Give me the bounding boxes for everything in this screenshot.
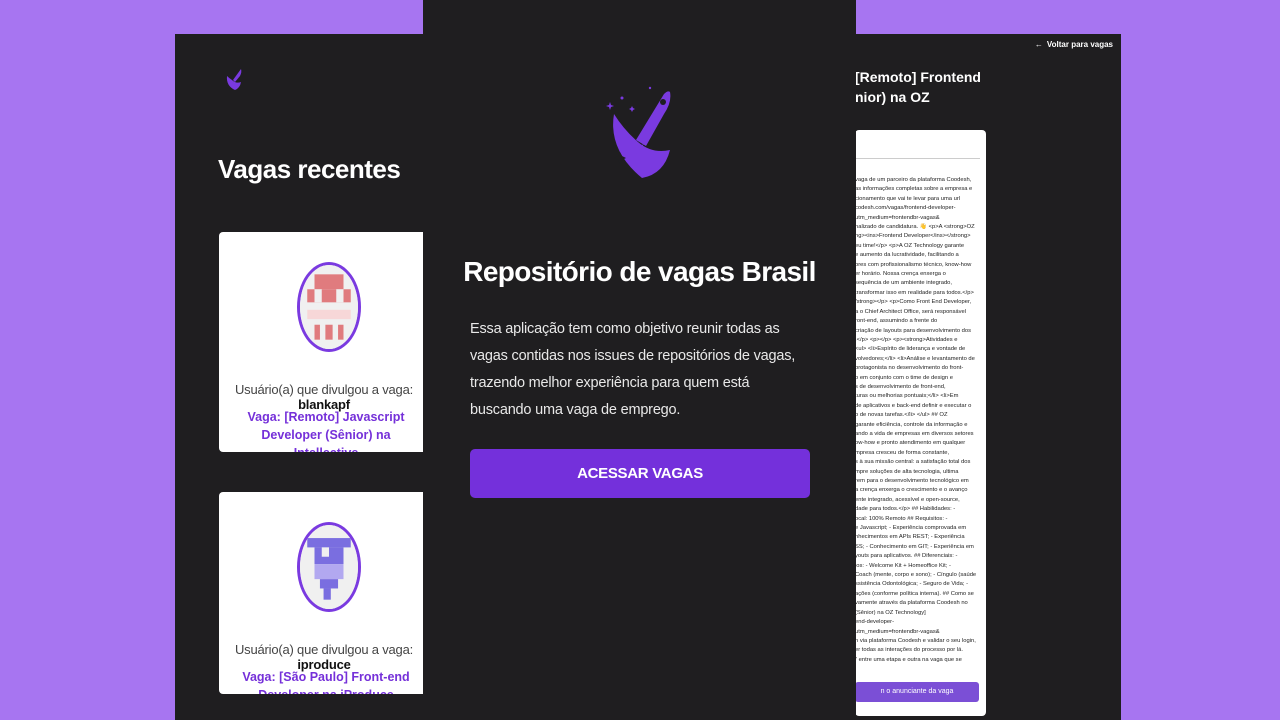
back-link-label: Voltar para vagas <box>1046 40 1113 49</box>
avatar <box>297 522 361 612</box>
card-job-link[interactable]: Vaga: [São Paulo] Front-end Developer na… <box>229 668 423 694</box>
contact-advertiser-button[interactable]: n o anunciante da vaga <box>855 682 979 702</box>
modal-description: Essa aplicação tem como objetivo reunir … <box>470 321 796 418</box>
job-detail-panel: vaga de um parceiro da plataforma Coodes… <box>855 130 986 716</box>
job-detail-title: [Remoto] Frontend nior) na OZ <box>855 69 981 105</box>
modal-title: Repositório de vagas Brasil <box>463 256 816 287</box>
card-job-link[interactable]: Vaga: [Remoto] Javascript Developer (Sên… <box>229 408 423 452</box>
welcome-modal: Repositório de vagas Brasil Essa aplicaç… <box>423 0 856 720</box>
rocket-planet-logo-icon <box>606 86 671 178</box>
arrow-left-icon: ← <box>1034 40 1043 49</box>
job-card[interactable]: Usuário(a) que divulgou a vaga: blankapf… <box>219 232 429 452</box>
job-description: vaga de um parceiro da plataforma Coodes… <box>855 177 977 663</box>
avatar <box>297 262 361 352</box>
job-card[interactable]: Usuário(a) que divulgou a vaga: iproduce… <box>219 492 429 694</box>
rocket-logo-icon[interactable] <box>224 66 246 92</box>
access-jobs-button[interactable]: ACESSAR VAGAS <box>470 449 810 498</box>
divider <box>855 158 980 159</box>
back-to-jobs-link[interactable]: ← Voltar para vagas <box>1035 40 1113 49</box>
recent-jobs-heading: Vagas recentes <box>218 154 401 184</box>
